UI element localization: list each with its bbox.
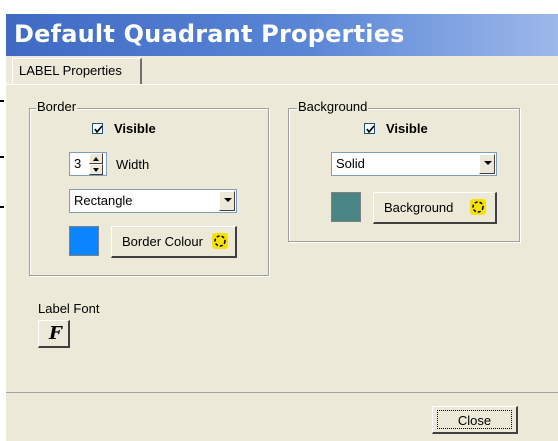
border-colour-button-label: Border Colour bbox=[122, 234, 203, 249]
title-bar[interactable]: Default Quadrant Properties bbox=[6, 14, 558, 56]
chevron-down-icon[interactable] bbox=[219, 191, 235, 211]
edge-mark bbox=[0, 206, 4, 208]
chevron-down-icon[interactable] bbox=[479, 154, 495, 174]
colour-palette-icon bbox=[470, 199, 486, 215]
border-group-legend: Border bbox=[36, 99, 78, 114]
colour-palette-icon bbox=[212, 233, 228, 249]
border-shape-value: Rectangle bbox=[74, 193, 133, 208]
font-icon: F bbox=[49, 323, 62, 344]
close-button[interactable]: Close bbox=[432, 406, 518, 434]
border-colour-button[interactable]: Border Colour bbox=[111, 226, 237, 258]
tab-label: LABEL Properties bbox=[19, 63, 122, 78]
background-colour-swatch bbox=[331, 192, 361, 222]
border-visible-checkbox[interactable] bbox=[92, 123, 103, 134]
label-font-label: Label Font bbox=[38, 301, 100, 316]
background-visible-checkbox[interactable] bbox=[364, 123, 375, 134]
close-button-label: Close bbox=[457, 413, 492, 428]
background-fill-select[interactable]: Solid bbox=[331, 152, 497, 176]
window-title: Default Quadrant Properties bbox=[14, 20, 405, 48]
checkmark-icon bbox=[94, 125, 103, 134]
background-colour-button-label: Background bbox=[384, 200, 454, 215]
dialog-window: Default Quadrant Properties LABEL Proper… bbox=[0, 0, 558, 441]
tab-strip-line bbox=[6, 84, 558, 85]
checkmark-icon bbox=[366, 125, 375, 134]
background-colour-button[interactable]: Background bbox=[373, 192, 497, 224]
border-visible-label: Visible bbox=[114, 121, 156, 136]
edge-mark bbox=[0, 100, 4, 102]
border-width-label: Width bbox=[116, 157, 150, 172]
footer-divider bbox=[6, 392, 558, 393]
border-shape-select[interactable]: Rectangle bbox=[69, 189, 237, 213]
label-font-button[interactable]: F bbox=[38, 320, 70, 348]
tab-label-properties[interactable]: LABEL Properties bbox=[12, 58, 142, 84]
background-fill-value: Solid bbox=[336, 156, 365, 171]
background-group-legend: Background bbox=[297, 99, 369, 114]
border-width-value: 3 bbox=[74, 156, 82, 171]
spin-down-icon[interactable] bbox=[89, 164, 103, 175]
border-width-spinner[interactable] bbox=[89, 153, 103, 175]
edge-mark bbox=[0, 156, 4, 158]
border-colour-swatch bbox=[69, 226, 99, 256]
background-visible-label: Visible bbox=[386, 121, 428, 136]
spin-up-icon[interactable] bbox=[89, 153, 103, 164]
